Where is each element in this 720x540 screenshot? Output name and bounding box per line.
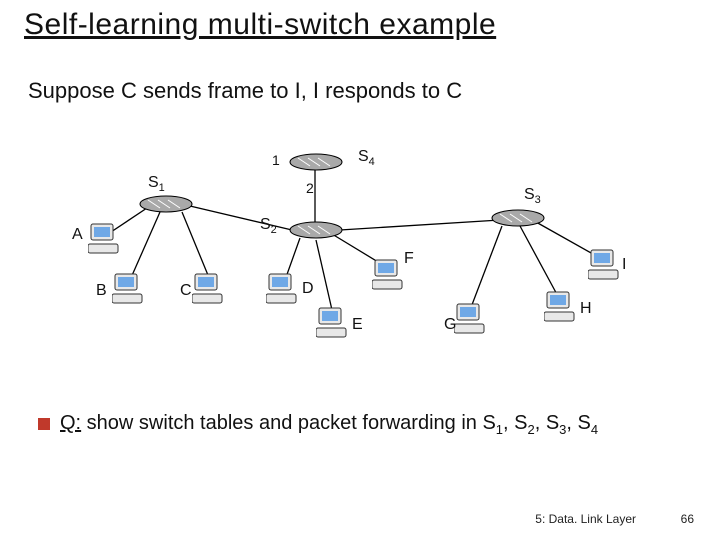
scenario-text: Suppose C sends frame to I, I responds t… (28, 78, 462, 104)
label-s2: S2 (260, 216, 277, 236)
label-host-g: G (444, 316, 456, 334)
label-host-f: F (404, 250, 414, 268)
network-diagram: S4 1 2 S1 S2 S3 A B C D E F (0, 130, 720, 390)
port-1: 1 (272, 152, 280, 168)
host-e (316, 306, 350, 340)
host-i (588, 248, 622, 282)
label-host-b: B (96, 282, 107, 300)
label-s1: S1 (148, 174, 165, 194)
question-text: Q: show switch tables and packet forward… (38, 410, 680, 439)
footer-text: 5: Data. Link Layer (535, 512, 636, 526)
host-b (112, 272, 146, 306)
label-host-d: D (302, 280, 314, 298)
switch-s4 (288, 152, 344, 172)
host-d (266, 272, 300, 306)
host-g (454, 302, 488, 336)
label-host-c: C (180, 282, 192, 300)
host-a (88, 222, 122, 256)
label-s4: S4 (358, 148, 375, 168)
label-host-a: A (72, 226, 83, 244)
page-title: Self-learning multi-switch example (24, 8, 496, 42)
host-c (192, 272, 226, 306)
switch-s3 (490, 208, 546, 228)
port-2: 2 (306, 180, 314, 196)
host-f (372, 258, 406, 292)
label-host-i: I (622, 256, 626, 274)
switch-s1 (138, 194, 194, 214)
switch-s2 (288, 220, 344, 240)
host-h (544, 290, 578, 324)
page-number: 66 (681, 512, 694, 526)
label-host-e: E (352, 316, 363, 334)
label-s3: S3 (524, 186, 541, 206)
label-host-h: H (580, 300, 592, 318)
bullet-icon (38, 418, 50, 430)
